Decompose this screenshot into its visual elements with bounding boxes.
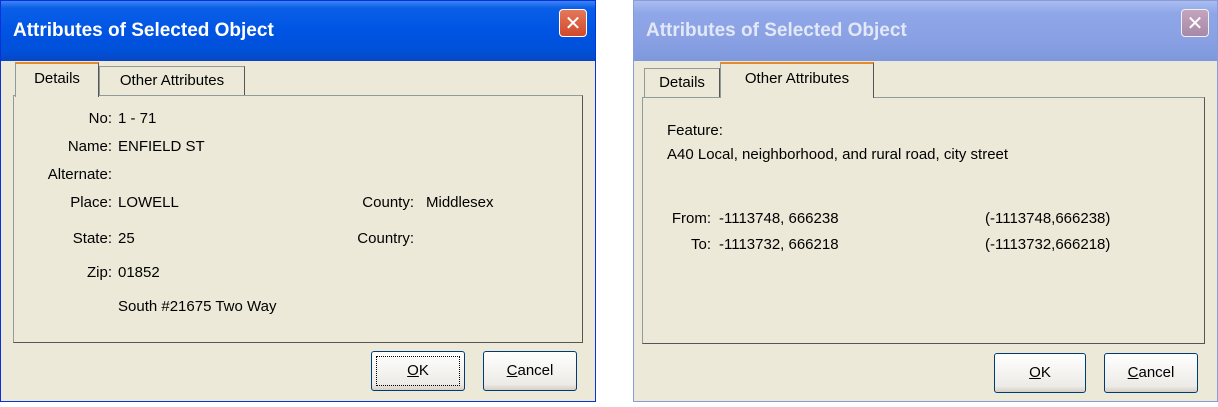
feature-value: A40 Local, neighborhood, and rural road,…	[667, 146, 1009, 163]
cancel-button[interactable]: Cancel	[1104, 353, 1198, 393]
name-label: Name:	[67, 138, 112, 155]
state-label: State:	[72, 230, 112, 247]
cancel-accel: C	[1127, 364, 1139, 381]
from-label: From:	[671, 210, 711, 227]
attributes-dialog-details: Attributes of Selected Object ✕ Details …	[0, 0, 596, 402]
title-bar[interactable]: Attributes of Selected Object	[634, 1, 1217, 61]
window-title: Attributes of Selected Object	[646, 20, 907, 41]
alternate-label: Alternate:	[47, 166, 112, 183]
to-label: To:	[690, 236, 711, 253]
ok-accel: O	[1029, 364, 1041, 381]
name-value: ENFIELD ST	[118, 138, 205, 155]
to-paren-value: (-1113732,666218)	[985, 236, 1111, 253]
from-paren-value: (-1113748,666238)	[985, 210, 1111, 227]
tab-other-attributes[interactable]: Other Attributes	[99, 66, 245, 96]
no-value: 1 - 71	[118, 110, 157, 127]
close-icon[interactable]: ✕	[559, 9, 587, 37]
cancel-button[interactable]: Cancel	[483, 351, 577, 391]
ok-button[interactable]: OK	[994, 353, 1086, 393]
other-attributes-panel: Feature: A40 Local, neighborhood, and ru…	[642, 97, 1205, 344]
ok-button[interactable]: OK	[371, 351, 465, 391]
tab-details[interactable]: Details	[15, 62, 99, 97]
ok-rest: K	[418, 362, 429, 379]
to-value: -1113732, 666218	[719, 236, 839, 253]
from-value: -1113748, 666238	[719, 210, 839, 227]
tab-strip: Details Other Attributes	[644, 62, 884, 98]
tab-strip: Details Other Attributes	[15, 62, 255, 97]
close-icon[interactable]: ✕	[1181, 9, 1209, 37]
county-label: County:	[362, 194, 414, 211]
no-label: No:	[88, 110, 112, 127]
attributes-dialog-other: Attributes of Selected Object ✕ Details …	[633, 0, 1218, 402]
ok-accel: O	[407, 362, 419, 379]
place-value: LOWELL	[118, 194, 179, 211]
tab-label: Details	[659, 74, 705, 91]
cancel-rest: ancel	[1138, 364, 1175, 381]
tab-details[interactable]: Details	[644, 68, 720, 98]
direction-text: South #21675 Two Way	[118, 298, 277, 315]
state-value: 25	[118, 230, 135, 247]
ok-rest: K	[1040, 364, 1051, 381]
county-value: Middlesex	[426, 194, 494, 211]
tab-label: Other Attributes	[744, 70, 850, 87]
tab-label: Details	[34, 70, 80, 87]
cancel-accel: C	[506, 362, 518, 379]
tab-other-attributes[interactable]: Other Attributes	[720, 62, 874, 98]
window-title: Attributes of Selected Object	[13, 20, 274, 41]
tab-label: Other Attributes	[119, 72, 225, 89]
place-label: Place:	[70, 194, 112, 211]
title-bar[interactable]: Attributes of Selected Object	[1, 1, 595, 61]
zip-value: 01852	[118, 264, 160, 281]
cancel-rest: ancel	[517, 362, 554, 379]
country-label: Country:	[357, 230, 414, 247]
zip-label: Zip:	[86, 264, 112, 281]
details-panel: No: 1 - 71 Name: ENFIELD ST Alternate: P…	[13, 95, 583, 343]
feature-label: Feature:	[667, 122, 723, 139]
